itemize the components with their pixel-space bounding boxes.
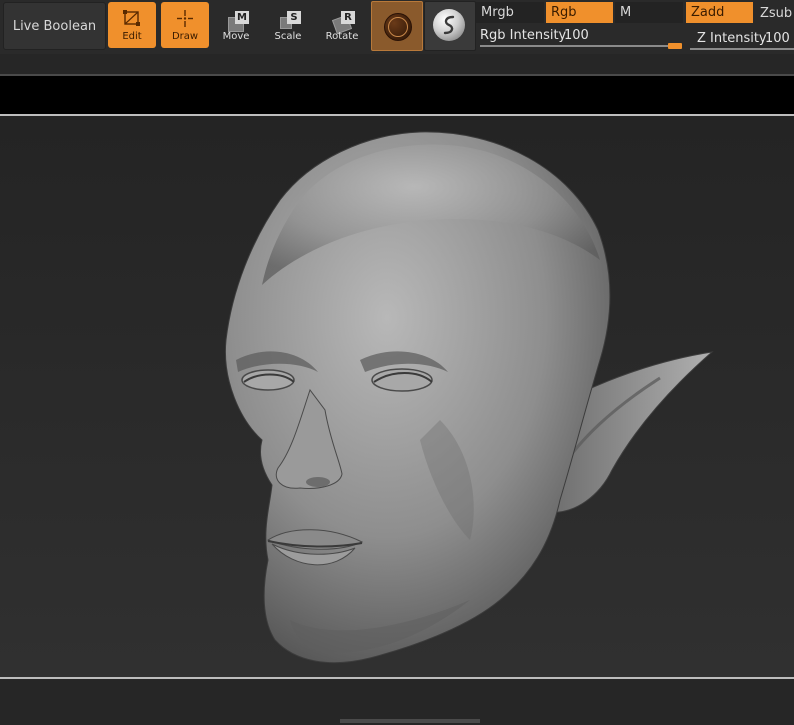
scale-icon: S	[278, 10, 306, 32]
draw-icon	[177, 10, 193, 27]
rgb-intensity-track[interactable]	[480, 45, 682, 47]
move-key-letter: M	[235, 11, 249, 24]
rgb-intensity-label: Rgb Intensity	[480, 28, 567, 43]
rgb-intensity-value: 100	[564, 28, 589, 43]
scale-label: Scale	[274, 31, 302, 42]
scale-button[interactable]: S Scale	[264, 2, 312, 48]
zadd-button[interactable]: Zadd	[686, 2, 753, 23]
rotate-key-letter: R	[341, 11, 355, 24]
sculpted-head-model[interactable]	[0, 116, 794, 677]
sphere-button[interactable]	[424, 1, 476, 51]
scale-key-letter: S	[287, 11, 301, 24]
rgb-button[interactable]: Rgb	[546, 2, 613, 23]
zsub-button[interactable]: Zsub	[755, 3, 794, 24]
edit-icon	[123, 10, 140, 26]
move-button[interactable]: M Move	[212, 2, 260, 48]
material-ring	[388, 17, 408, 37]
z-intensity-track[interactable]	[690, 48, 794, 50]
rotate-button[interactable]: R Rotate	[318, 2, 366, 48]
sphere-icon	[433, 9, 465, 41]
edit-button[interactable]: Edit	[108, 2, 156, 48]
mrgb-button[interactable]: Mrgb	[476, 2, 544, 23]
right-eye	[371, 368, 433, 392]
bottom-scroll-handle[interactable]	[340, 719, 480, 723]
edit-label: Edit	[122, 31, 142, 42]
move-icon: M	[226, 10, 254, 32]
material-button[interactable]	[371, 1, 423, 51]
rgb-intensity-knob[interactable]	[668, 43, 682, 49]
draw-label: Draw	[171, 31, 199, 42]
left-eye	[241, 369, 295, 391]
z-intensity-label: Z Intensity	[697, 31, 767, 46]
rotate-label: Rotate	[325, 31, 359, 42]
sphere-swirl	[443, 15, 455, 35]
rotate-icon: R	[331, 10, 360, 35]
move-label: Move	[222, 31, 250, 42]
draw-button[interactable]: Draw	[161, 2, 209, 48]
toolbar-lower-strip	[0, 54, 794, 74]
live-boolean-button[interactable]: Live Boolean	[3, 2, 106, 50]
m-button[interactable]: M	[615, 2, 683, 23]
z-intensity-value: 100	[765, 31, 790, 46]
top-toolbar: Live Boolean Edit Draw M Move S Scale R …	[0, 0, 794, 55]
